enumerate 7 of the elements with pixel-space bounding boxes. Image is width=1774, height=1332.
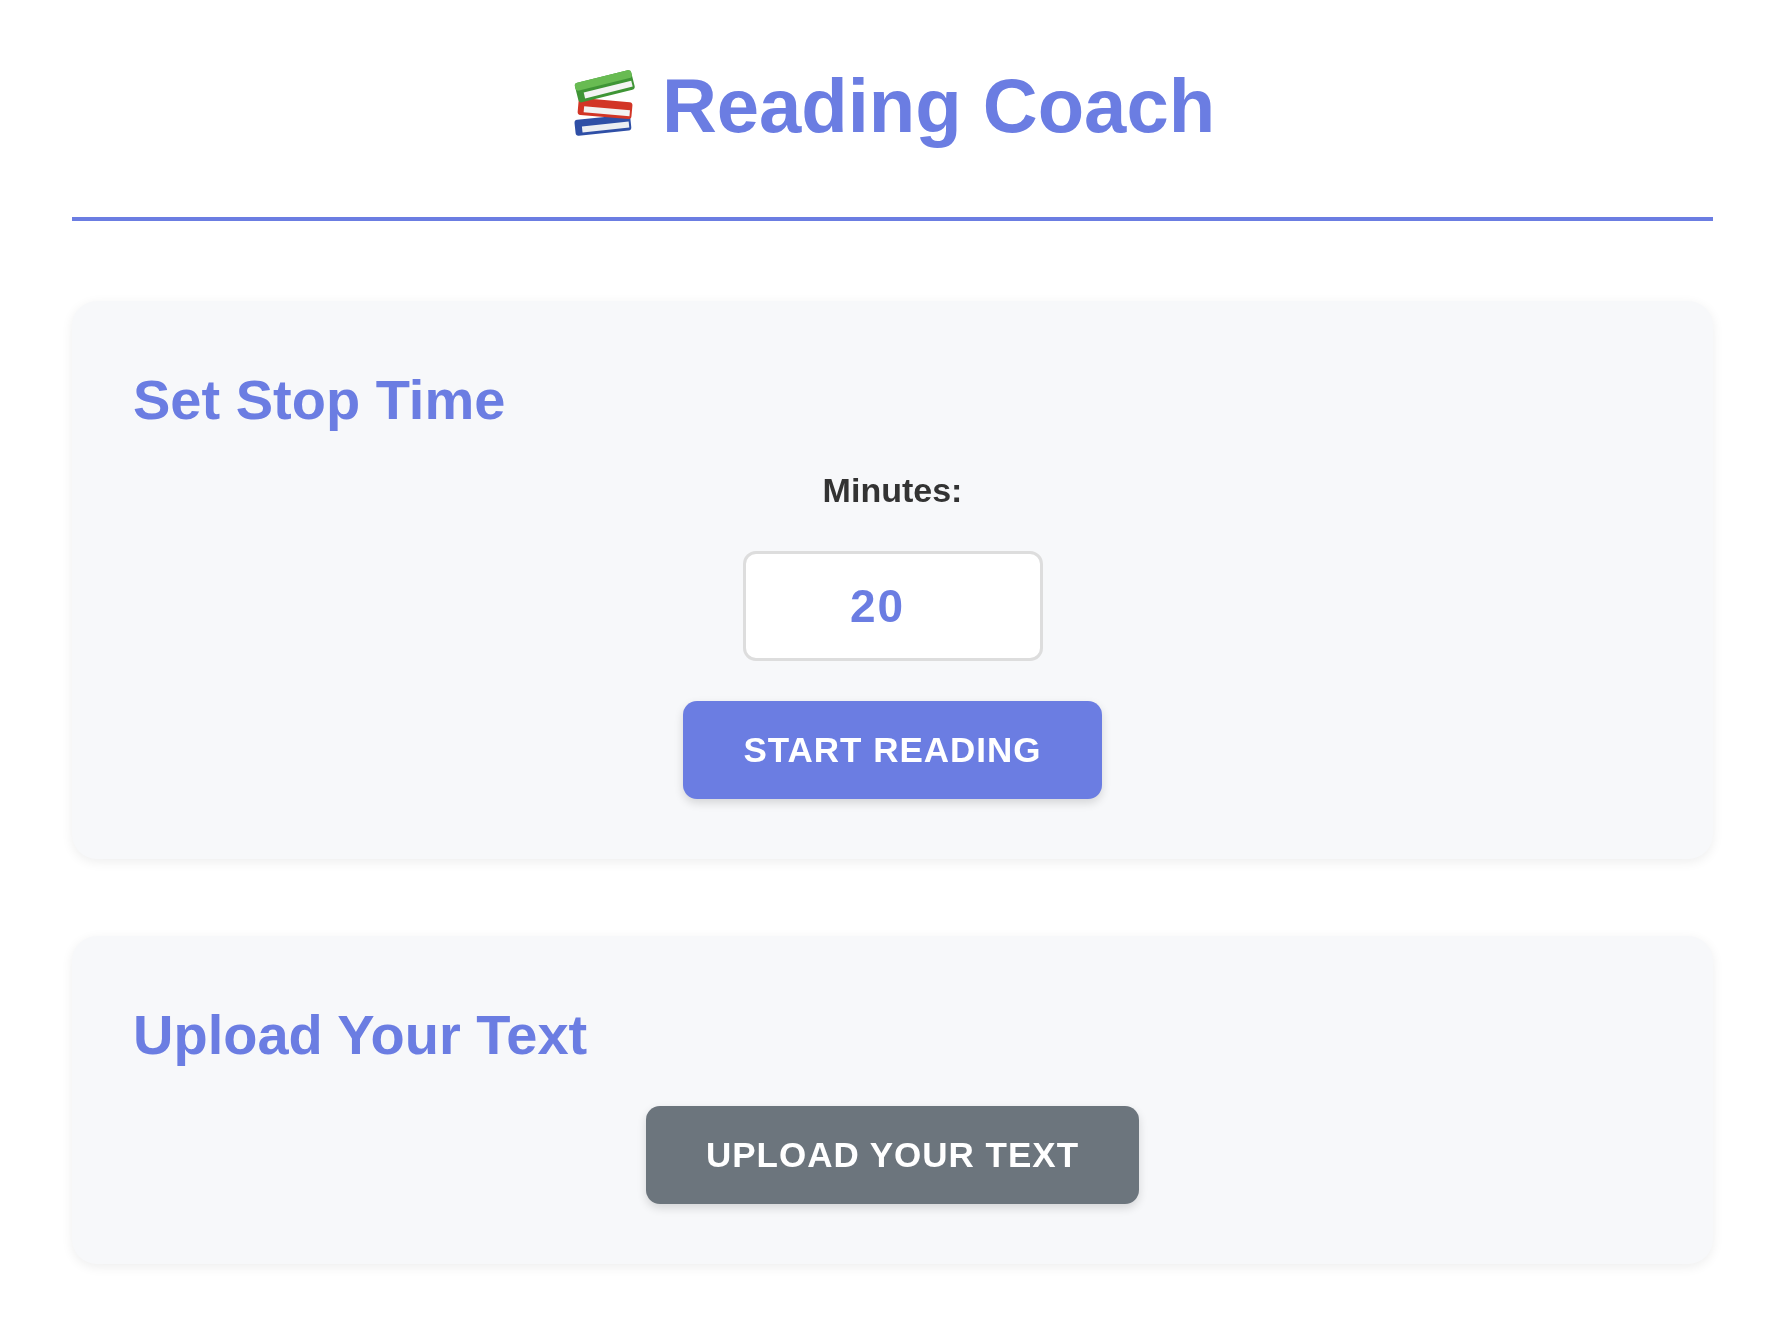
section-heading: Set Stop Time: [133, 368, 506, 433]
action-button[interactable]: START READING: [683, 700, 1102, 800]
section-heading: Upload Your Text: [133, 1003, 588, 1068]
minutes-label: Minutes:: [822, 470, 963, 510]
action-button[interactable]: UPLOAD YOUR TEXT: [645, 1105, 1140, 1204]
input-field[interactable]: 20: [742, 550, 1043, 661]
app-title: Reading Coach: [661, 62, 1216, 150]
